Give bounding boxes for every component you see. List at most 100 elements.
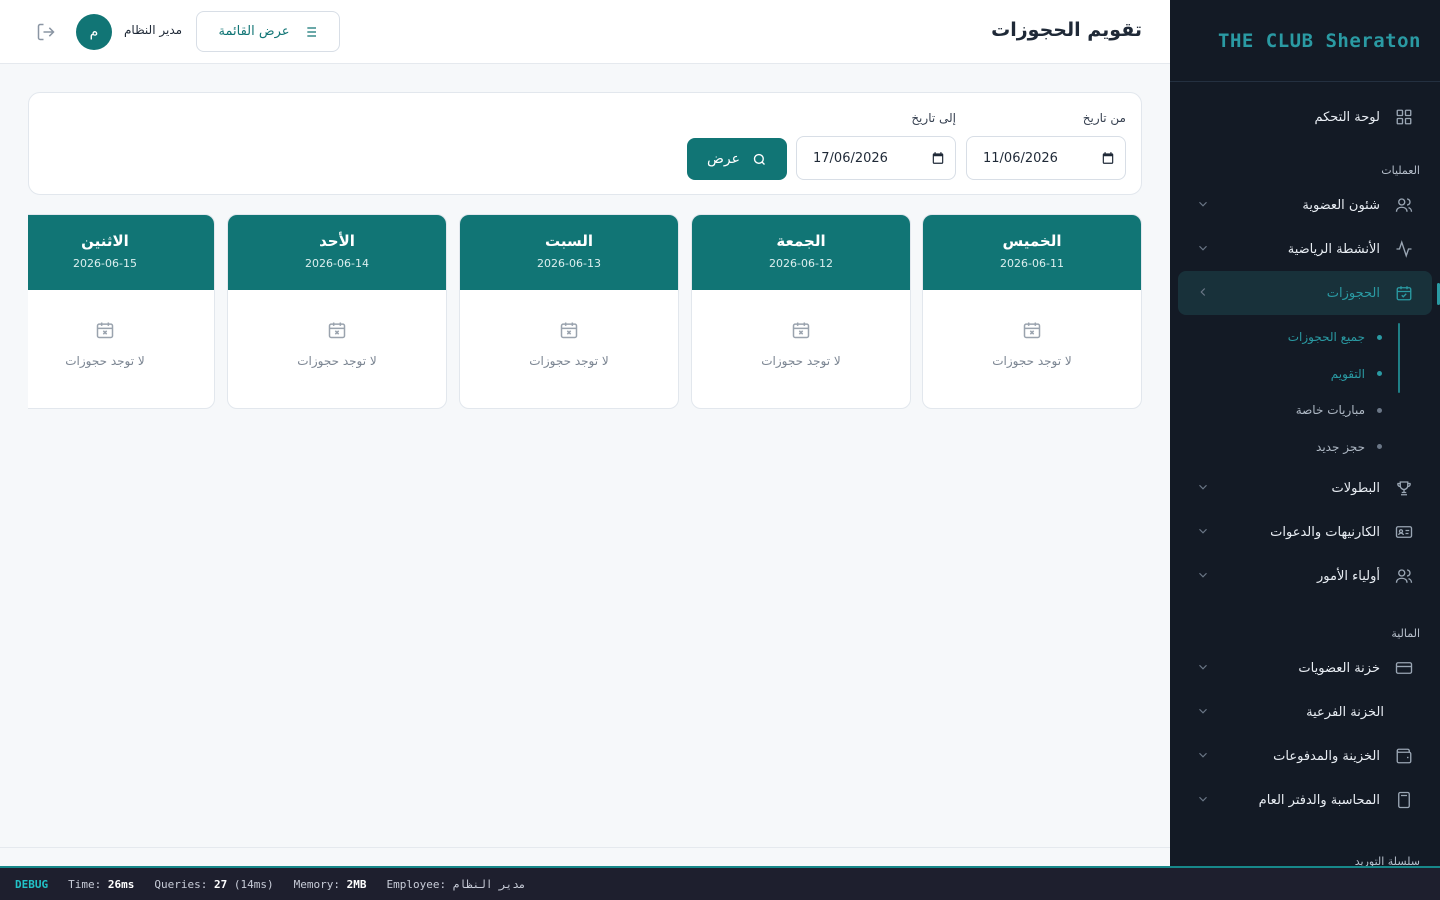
section-label-operations: العمليات — [1381, 164, 1420, 177]
sidebar-item-label: لوحة التحكم — [1314, 109, 1380, 125]
calculator-icon — [1394, 790, 1414, 810]
debug-employee: Employee: مدير النظام — [386, 878, 525, 891]
debug-time: Time: 26ms — [68, 878, 134, 891]
sidebar-item-label: المحاسبة والدفتر العام — [1258, 792, 1380, 808]
empty-state-text: لا توجد حجوزات — [65, 354, 145, 368]
day-name: السبت — [544, 232, 594, 250]
empty-state-text: لا توجد حجوزات — [529, 354, 609, 368]
submenu-item-private-matches[interactable]: مباريات خاصة — [1170, 392, 1400, 429]
chevron-down-icon — [1199, 572, 1207, 578]
list-view-label: عرض القائمة — [218, 24, 290, 39]
submenu-item-new-booking[interactable]: حجز جديد — [1170, 429, 1400, 466]
to-date-value: 17/06/2026 — [813, 150, 888, 166]
day-date: 2026-06-12 — [769, 257, 833, 270]
wallet-icon — [1394, 746, 1414, 766]
sidebar-item-label: أولياء الأمور — [1317, 568, 1380, 584]
debug-queries-value: 27 — [213, 877, 228, 891]
grid-icon — [1394, 107, 1414, 127]
submenu-item-label: التقويم — [1330, 366, 1365, 381]
logout-icon[interactable] — [36, 22, 56, 42]
calendar-x-icon — [792, 322, 810, 339]
calendar-days: الخميس 2026-06-11 لا توجد حجوزات الجمعة … — [28, 214, 1142, 409]
day-column: الاثنين 2026-06-15 لا توجد حجوزات — [28, 214, 215, 409]
activity-icon — [1394, 239, 1414, 259]
user-name: مدير النظام — [124, 23, 183, 37]
sidebar-item-label: خزنة العضويات — [1298, 660, 1380, 676]
brand-name: THE CLUB Sheraton — [1218, 29, 1421, 52]
calendar-x-icon — [96, 322, 114, 339]
submenu-item-calendar[interactable]: التقويم — [1170, 356, 1400, 393]
day-column: الخميس 2026-06-11 لا توجد حجوزات — [922, 214, 1142, 409]
day-date: 2026-06-15 — [73, 257, 137, 270]
day-header: السبت 2026-06-13 — [460, 215, 678, 290]
day-name: الأحد — [319, 232, 355, 250]
sidebar-item-label: الأنشطة الرياضية — [1287, 241, 1380, 257]
empty-state-text: لا توجد حجوزات — [992, 354, 1072, 368]
users-icon — [1394, 195, 1414, 215]
from-date-input[interactable]: 11/06/2026 — [966, 136, 1126, 180]
sidebar-item-branch-treasury[interactable]: الخزنة الفرعية — [1170, 690, 1440, 734]
day-name: الخميس — [1002, 232, 1062, 250]
calendar-icon[interactable] — [1101, 151, 1115, 165]
debug-memory: Memory: 2MB — [294, 878, 367, 891]
chevron-left-icon — [1200, 288, 1206, 296]
debug-queries-ms: (14ms) — [233, 877, 274, 891]
sidebar-item-championships[interactable]: البطولات — [1170, 466, 1440, 510]
list-view-button[interactable]: عرض القائمة — [196, 11, 340, 52]
day-body: لا توجد حجوزات — [228, 290, 446, 408]
debug-queries-label: Queries: — [154, 877, 208, 891]
submenu-item-all-bookings[interactable]: جميع الحجوزات — [1170, 319, 1400, 356]
day-column: السبت 2026-06-13 لا توجد حجوزات — [459, 214, 679, 409]
sidebar-item-guardians[interactable]: أولياء الأمور — [1170, 554, 1440, 598]
page-title: تقويم الحجوزات — [991, 19, 1142, 41]
debug-tag: DEBUG — [15, 877, 49, 891]
calendar-x-icon — [328, 322, 346, 339]
bullet-icon — [1377, 334, 1382, 340]
top-bar: تقويم الحجوزات عرض القائمة مدير النظام م — [0, 0, 1170, 64]
debug-employee-value: مدير النظام — [452, 877, 526, 891]
sidebar-item-cards[interactable]: الكارنيهات والدعوات — [1170, 510, 1440, 554]
sidebar: THE CLUB Sheraton لوحة التحكم العمليات ش… — [1170, 0, 1440, 868]
bullet-icon — [1377, 371, 1382, 377]
empty-state-text: لا توجد حجوزات — [297, 354, 377, 368]
debug-bar: DEBUG Time: 26ms Queries: 27 (14ms) Memo… — [0, 866, 1440, 900]
chevron-down-icon — [1199, 528, 1207, 534]
bullet-icon — [1377, 407, 1382, 413]
chevron-down-icon — [1199, 245, 1207, 251]
bullet-icon — [1377, 444, 1382, 450]
sidebar-item-label: الخزنة الفرعية — [1306, 704, 1384, 720]
sidebar-item-label: البطولات — [1331, 480, 1380, 496]
sidebar-item-label: شئون العضوية — [1302, 197, 1380, 213]
avatar[interactable]: م — [76, 14, 112, 50]
sidebar-item-memberships-treasury[interactable]: خزنة العضويات — [1170, 646, 1440, 690]
calendar-icon[interactable] — [931, 151, 945, 165]
credit-card-icon — [1394, 658, 1414, 678]
day-name: الاثنين — [81, 232, 129, 250]
day-name: الجمعة — [776, 232, 826, 250]
sidebar-item-bookings[interactable]: الحجوزات — [1178, 271, 1440, 315]
sidebar-item-label: الحجوزات — [1326, 285, 1380, 301]
sidebar-item-treasury-payments[interactable]: الخزينة والمدفوعات — [1170, 734, 1440, 778]
sidebar-item-membership[interactable]: شئون العضوية — [1170, 183, 1440, 227]
from-date-value: 11/06/2026 — [983, 150, 1058, 166]
submenu-rail — [1398, 323, 1400, 393]
day-body: لا توجد حجوزات — [28, 290, 214, 408]
debug-employee-label: Employee: — [386, 877, 447, 891]
debug-queries: Queries: 27 (14ms) — [154, 878, 273, 891]
debug-memory-label: Memory: — [293, 877, 340, 891]
from-date-label: من تاريخ — [1082, 111, 1126, 125]
chevron-down-icon — [1199, 201, 1207, 207]
sidebar-item-sports[interactable]: الأنشطة الرياضية — [1170, 227, 1440, 271]
to-date-input[interactable]: 17/06/2026 — [796, 136, 956, 180]
calendar-check-icon — [1394, 283, 1414, 303]
show-button[interactable]: عرض — [687, 138, 787, 180]
sidebar-item-dashboard[interactable]: لوحة التحكم — [1170, 95, 1440, 139]
list-icon — [303, 26, 316, 37]
calendar-x-icon — [560, 322, 578, 339]
submenu-item-label: حجز جديد — [1316, 439, 1365, 454]
submenu-item-label: جميع الحجوزات — [1287, 330, 1365, 345]
sidebar-item-accounting[interactable]: المحاسبة والدفتر العام — [1170, 778, 1440, 822]
brand-logo[interactable]: THE CLUB Sheraton — [1170, 0, 1440, 82]
day-date: 2026-06-11 — [1000, 257, 1064, 270]
day-header: الخميس 2026-06-11 — [923, 215, 1141, 290]
